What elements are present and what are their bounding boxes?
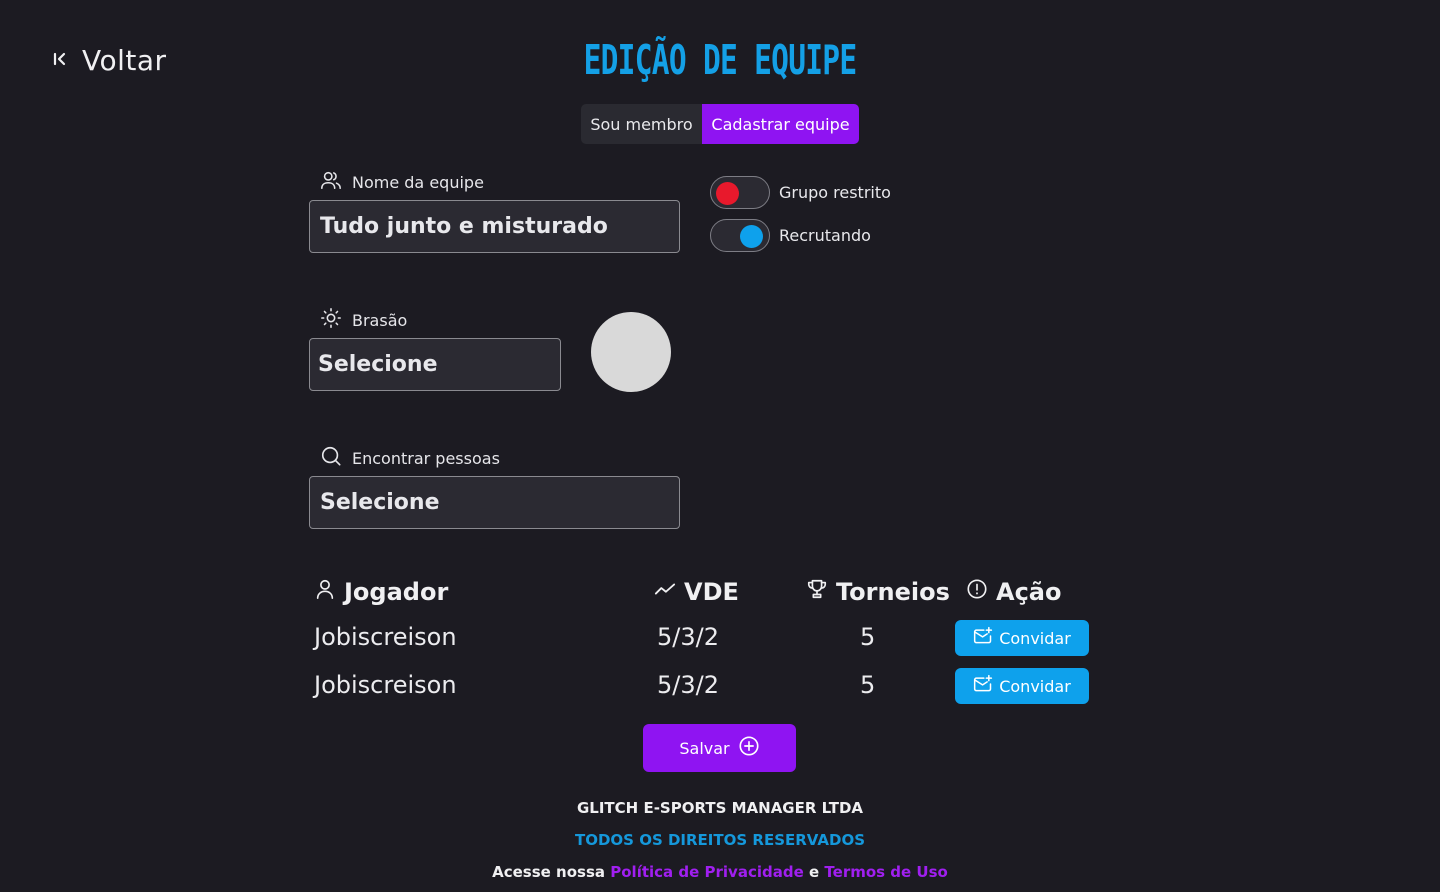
invite-button[interactable]: Convidar	[955, 620, 1089, 656]
crest-label: Brasão	[320, 307, 407, 333]
trophy-icon	[806, 578, 828, 606]
save-button[interactable]: Salvar	[643, 724, 796, 772]
toggle-track	[710, 219, 770, 252]
footer-rights: TODOS OS DIREITOS RESERVADOS	[574, 831, 865, 849]
header-player: Jogador	[314, 578, 448, 606]
users-icon	[320, 169, 342, 195]
player-vde: 5/3/2	[657, 623, 719, 651]
tab-member[interactable]: Sou membro	[581, 104, 702, 144]
player-tournaments: 5	[860, 623, 876, 651]
sun-icon	[320, 307, 342, 333]
team-name-label-text: Nome da equipe	[352, 172, 484, 192]
back-button[interactable]: Voltar	[52, 44, 167, 77]
player-name: Jobiscreison	[314, 623, 457, 651]
toggle-track	[710, 176, 770, 209]
find-people-label-text: Encontrar pessoas	[352, 448, 500, 468]
invite-button[interactable]: Convidar	[955, 668, 1089, 704]
player-vde: 5/3/2	[657, 671, 719, 699]
header-action: Ação	[966, 578, 1061, 606]
invite-label: Convidar	[999, 676, 1071, 696]
restricted-group-label: Grupo restrito	[779, 183, 891, 202]
page-title: EDIÇÃO DE EQUIPE	[583, 36, 858, 84]
alert-circle-icon	[966, 578, 988, 606]
footer-and-text: e	[808, 863, 820, 881]
find-people-select[interactable]: Selecione	[309, 476, 680, 529]
toggle-knob-on	[740, 225, 763, 248]
header-player-text: Jogador	[344, 578, 449, 606]
header-vde: VDE	[654, 578, 739, 606]
search-icon	[320, 445, 342, 471]
crest-select[interactable]: Selecione	[309, 338, 561, 391]
plus-circle-icon	[738, 735, 760, 761]
footer-links: Acesse nossa Política de Privacidade e T…	[0, 863, 1440, 881]
mail-plus-icon	[973, 626, 993, 650]
back-icon	[52, 51, 68, 71]
crest-preview	[591, 312, 671, 392]
trend-icon	[654, 578, 676, 606]
mail-plus-icon	[973, 674, 993, 698]
team-name-input[interactable]: Tudo junto e misturado	[309, 200, 680, 253]
user-icon	[314, 578, 336, 606]
back-label: Voltar	[82, 44, 167, 77]
player-name: Jobiscreison	[314, 671, 457, 699]
recruiting-toggle[interactable]: Recrutando	[710, 219, 871, 252]
footer-access-text: Acesse nossa	[492, 863, 606, 881]
team-name-label: Nome da equipe	[320, 169, 484, 195]
tab-register-team[interactable]: Cadastrar equipe	[702, 104, 859, 144]
header-tournaments: Torneios	[806, 578, 950, 606]
recruiting-label: Recrutando	[779, 226, 871, 245]
header-tournaments-text: Torneios	[836, 578, 950, 606]
header-action-text: Ação	[996, 578, 1062, 606]
save-label: Salvar	[679, 738, 730, 758]
crest-label-text: Brasão	[352, 310, 408, 330]
team-edit-page: Voltar EDIÇÃO DE EQUIPE Sou membro Cadas…	[0, 0, 1440, 892]
find-people-label: Encontrar pessoas	[320, 445, 500, 471]
header-vde-text: VDE	[684, 578, 739, 606]
player-tournaments: 5	[860, 671, 876, 699]
footer-company: GLITCH E-SPORTS MANAGER LTDA	[576, 799, 864, 817]
restricted-group-toggle[interactable]: Grupo restrito	[710, 176, 891, 209]
invite-label: Convidar	[999, 628, 1071, 648]
privacy-policy-link[interactable]: Política de Privacidade	[610, 863, 804, 881]
tab-bar: Sou membro Cadastrar equipe	[581, 104, 859, 144]
toggle-knob-off	[716, 182, 739, 205]
terms-of-use-link[interactable]: Termos de Uso	[824, 863, 947, 881]
